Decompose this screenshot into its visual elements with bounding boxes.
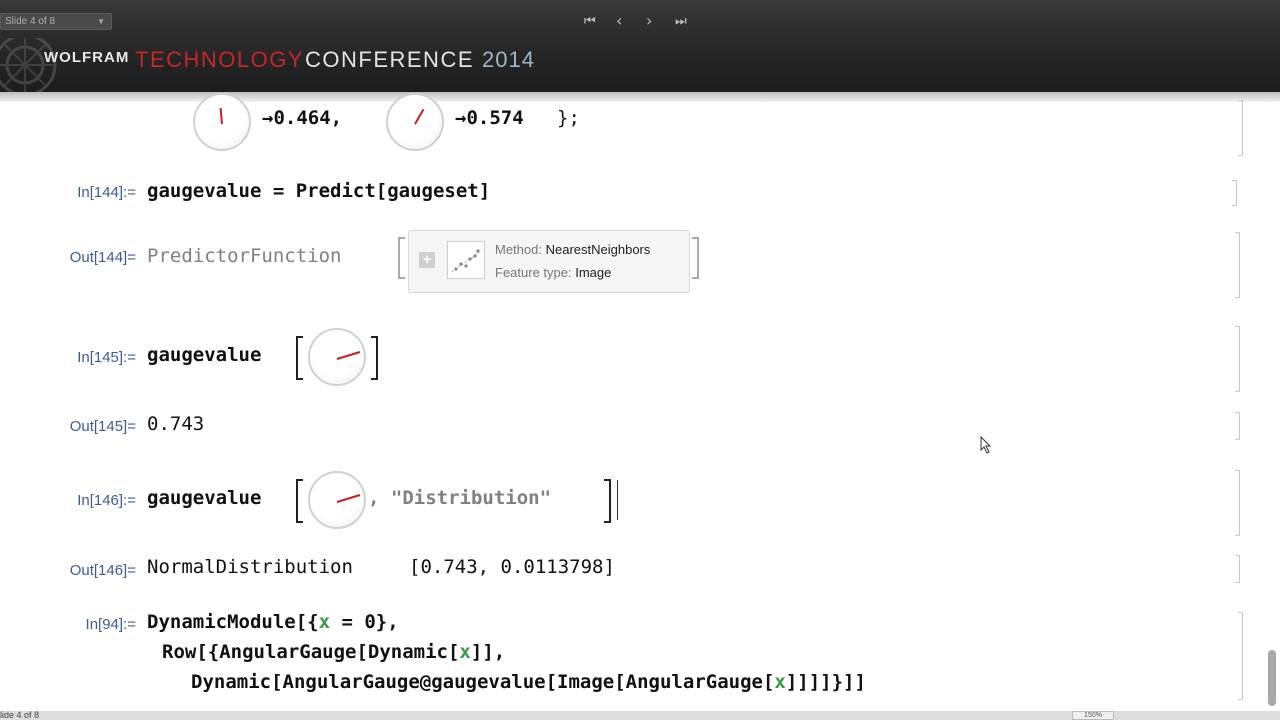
output-value: 0.743	[147, 413, 205, 435]
cell-bracket[interactable]	[1235, 555, 1240, 583]
slide-selector[interactable]: Slide 4 of 8 ▼	[0, 13, 112, 30]
cell-bracket[interactable]	[1232, 180, 1237, 206]
next-slide-icon[interactable]: ›	[646, 11, 652, 30]
cell-bracket[interactable]	[1235, 412, 1240, 440]
mouse-pointer-icon	[980, 436, 992, 454]
chevron-down-icon: ▼	[97, 17, 105, 26]
output-head: NormalDistribution	[147, 556, 353, 578]
expand-icon[interactable]: +	[419, 252, 435, 268]
first-slide-icon[interactable]: ⏮	[584, 14, 596, 29]
input-code[interactable]: gaugevalue = Predict[gaugeset]	[147, 180, 490, 202]
close-bracket	[692, 237, 699, 279]
open-bracket	[296, 479, 303, 523]
wolfram-logo: WOLFRAM	[44, 49, 130, 66]
banner-conference: CONFERENCE	[305, 47, 475, 72]
slide-selector-label: Slide 4 of 8	[5, 16, 56, 27]
feature-type-value: Image	[575, 265, 612, 280]
gauge-image	[308, 328, 366, 386]
gauge-needle	[219, 107, 223, 125]
feature-type-line: Feature type: Image	[495, 265, 611, 280]
input-code-line-3[interactable]: Dynamic[AngularGauge@gaugevalue[Image[An…	[191, 671, 866, 693]
scatter-plot-icon	[447, 241, 485, 279]
method-value: NearestNeighbors	[545, 242, 651, 257]
close-bracket	[371, 336, 378, 380]
input-label: In[146]:=	[77, 492, 136, 509]
banner-divider	[0, 92, 1280, 102]
close-bracket	[604, 479, 611, 523]
text-cursor	[617, 480, 618, 520]
gauge-needle	[336, 351, 361, 360]
open-bracket	[398, 237, 405, 279]
input-label: In[94]:=	[85, 616, 136, 633]
predictor-summary-box: + Method: NearestNeighbors Feature type:…	[408, 230, 690, 293]
input-code-line-2[interactable]: Row[{AngularGauge[Dynamic[x]],	[162, 641, 505, 663]
gauge-image	[308, 471, 366, 529]
previous-slide-icon[interactable]: ‹	[616, 11, 622, 30]
method-key: Method:	[495, 242, 542, 257]
input-label: In[145]:=	[77, 349, 136, 366]
method-line: Method: NearestNeighbors	[495, 242, 650, 257]
output-args: [0.743, 0.0113798]	[409, 556, 615, 578]
feature-type-key: Feature type:	[495, 265, 572, 280]
cell-bracket[interactable]	[1238, 100, 1243, 156]
gauge-image	[193, 93, 251, 151]
last-slide-icon[interactable]: ⏭	[675, 14, 687, 29]
output-label: Out[144]=	[69, 249, 136, 266]
input-code-line-1[interactable]: DynamicModule[{x = 0},	[147, 611, 399, 633]
input-label: In[144]:=	[77, 184, 136, 201]
cell-bracket[interactable]	[1235, 470, 1240, 536]
gauge-image	[386, 93, 444, 151]
scrollbar-thumb[interactable]	[1268, 650, 1276, 706]
list-close: };	[557, 107, 580, 129]
status-slide-label: lide 4 of 8	[0, 710, 40, 720]
distribution-string[interactable]: , "Distribution"	[368, 487, 551, 509]
output-label: Out[145]=	[69, 418, 136, 435]
gauge-needle	[336, 494, 361, 503]
output-head: PredictorFunction	[147, 245, 342, 267]
output-label: Out[146]=	[69, 562, 136, 579]
banner-year: 2014	[482, 47, 535, 72]
input-code[interactable]: gaugevalue	[147, 344, 261, 366]
rule-value: →0.464,	[262, 107, 343, 129]
cell-bracket[interactable]	[1235, 326, 1240, 392]
gauge-needle	[414, 108, 425, 125]
open-bracket	[296, 336, 303, 380]
zoom-selector[interactable]: 150%	[1072, 711, 1114, 720]
rule-value: →0.574	[455, 107, 524, 129]
cell-bracket[interactable]	[1235, 232, 1240, 298]
banner-technology: TECHNOLOGY	[135, 47, 305, 72]
conference-banner: WOLFRAM TECHNOLOGY CONFERENCE 2014	[0, 38, 1280, 92]
slide-toolbar: Slide 4 of 8 ▼ ⏮ ‹ › ⏭	[0, 0, 1280, 38]
input-code[interactable]: gaugevalue	[147, 487, 261, 509]
cell-bracket[interactable]	[1238, 612, 1243, 700]
